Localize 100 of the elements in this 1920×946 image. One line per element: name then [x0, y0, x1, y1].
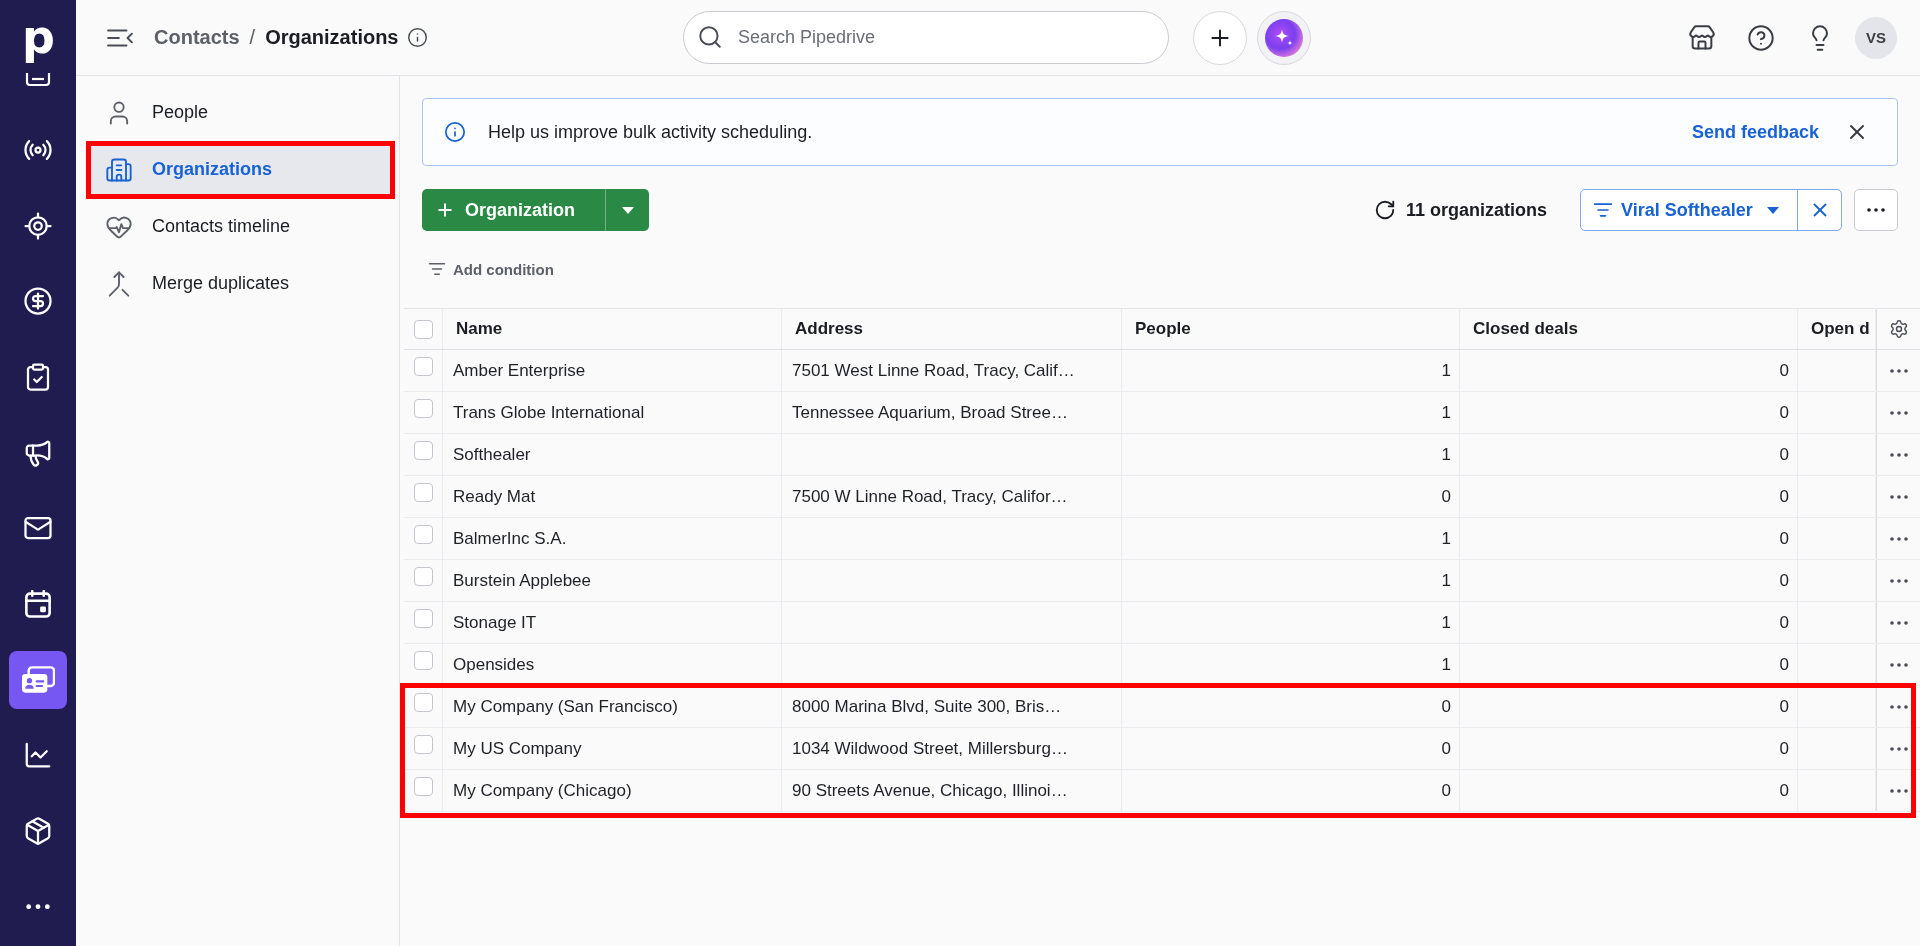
- filter-icon: [428, 260, 446, 278]
- more-icon[interactable]: [1889, 662, 1908, 667]
- table-cell-text: 0: [1441, 780, 1452, 801]
- table-cell-text: 7501 West Linne Road, Tracy, Calif…: [791, 360, 1075, 381]
- table-cell-text: My Company (Chicago): [452, 780, 632, 801]
- search-icon: [697, 24, 723, 50]
- breadcrumb-separator: /: [249, 26, 256, 49]
- more-icon[interactable]: [1889, 578, 1908, 583]
- info-icon: [444, 121, 466, 143]
- row-checkbox[interactable]: [413, 651, 433, 670]
- more-icon[interactable]: [1889, 788, 1908, 793]
- sparkle-icon: [1265, 18, 1303, 57]
- table-cell-text: Amber Enterprise: [452, 360, 586, 381]
- table-cell-text: 8000 Marina Blvd, Suite 300, Bris…: [791, 696, 1062, 717]
- tray-icon: [25, 73, 51, 87]
- record-count: 11 organizations: [1405, 199, 1547, 221]
- column-header[interactable]: Closed deals: [1460, 319, 1578, 339]
- row-checkbox[interactable]: [413, 441, 433, 460]
- table-cell-text: Ready Mat: [452, 486, 536, 507]
- table-cell-text: 0: [1779, 402, 1790, 423]
- table-cell-text: 0: [1779, 696, 1790, 717]
- table-cell-text: 1: [1441, 402, 1452, 423]
- sidebar-item[interactable]: Merge duplicates: [89, 258, 391, 309]
- column-header[interactable]: Open d: [1798, 319, 1870, 339]
- sidebar-item[interactable]: Contacts timeline: [89, 201, 391, 252]
- row-checkbox[interactable]: [413, 567, 433, 586]
- more-icon[interactable]: [1889, 410, 1908, 415]
- more-icon[interactable]: [1889, 536, 1908, 541]
- table-cell-text: 90 Streets Avenue, Chicago, Illinoi…: [791, 780, 1068, 801]
- row-checkbox[interactable]: [413, 735, 433, 754]
- refresh-icon[interactable]: [1373, 199, 1396, 221]
- table-cell-text: 1: [1441, 654, 1452, 675]
- more-icon[interactable]: [1889, 368, 1908, 373]
- more-icon[interactable]: [1889, 746, 1908, 751]
- table-cell-text: Softhealer: [452, 444, 531, 465]
- page-title: Organizations: [265, 26, 399, 49]
- plus-icon: [435, 200, 455, 220]
- add-options-button[interactable]: [605, 189, 649, 231]
- store-icon[interactable]: [1688, 23, 1716, 52]
- table-cell-text: 1: [1441, 528, 1452, 549]
- nav-item[interactable]: [9, 650, 67, 709]
- banner-message: Help us improve bulk activity scheduling.: [488, 121, 814, 143]
- row-checkbox[interactable]: [413, 777, 433, 796]
- column-header[interactable]: Name: [443, 319, 503, 339]
- contact-cards-icon: [21, 665, 55, 694]
- column-header[interactable]: Address: [782, 319, 864, 339]
- table-cell-text: 0: [1441, 486, 1452, 507]
- filter-icon: [1593, 200, 1613, 220]
- more-icon: [26, 904, 50, 910]
- row-checkbox[interactable]: [413, 399, 433, 418]
- table-cell-text: 0: [1779, 780, 1790, 801]
- sidebar-item[interactable]: People: [89, 87, 391, 138]
- row-checkbox[interactable]: [413, 357, 433, 376]
- box-icon: [23, 816, 53, 847]
- table-cell-text: 0: [1779, 654, 1790, 675]
- more-icon[interactable]: [1889, 620, 1908, 625]
- table-cell-text: 1: [1441, 360, 1452, 381]
- breadcrumb-link[interactable]: Contacts: [154, 26, 240, 49]
- user-avatar[interactable]: VS: [1855, 16, 1897, 59]
- table-cell-text: Stonage IT: [452, 612, 537, 633]
- dollar-icon: [23, 286, 53, 317]
- sidebar-item[interactable]: Organizations: [89, 144, 391, 195]
- row-checkbox[interactable]: [413, 525, 433, 544]
- send-feedback-link[interactable]: Send feedback: [1691, 121, 1819, 143]
- table-cell-text: Tennessee Aquarium, Broad Stree…: [791, 402, 1068, 423]
- table-cell-text: 0: [1779, 486, 1790, 507]
- add-button[interactable]: [1193, 10, 1247, 65]
- row-checkbox[interactable]: [413, 609, 433, 628]
- row-checkbox[interactable]: [413, 483, 433, 502]
- table-cell-text: 1: [1441, 612, 1452, 633]
- search-field[interactable]: Search Pipedrive: [683, 11, 1169, 64]
- calendar-icon: [24, 589, 52, 618]
- more-icon[interactable]: [1889, 704, 1908, 709]
- more-icon: [1867, 208, 1885, 212]
- table-cell-text: 0: [1779, 738, 1790, 759]
- table-cell-text: BalmerInc S.A.: [452, 528, 567, 549]
- table-cell-text: My US Company: [452, 738, 582, 759]
- table-cell-text: 1: [1441, 570, 1452, 591]
- table-cell-text: 1: [1441, 444, 1452, 465]
- add-condition-button[interactable]: Add condition: [422, 260, 554, 278]
- table-cell-text: 1034 Wildwood Street, Millersburg…: [791, 738, 1068, 759]
- settings-icon[interactable]: [1888, 319, 1909, 339]
- column-header[interactable]: People: [1122, 319, 1191, 339]
- table-cell-text: 0: [1779, 570, 1790, 591]
- info-icon[interactable]: [406, 27, 428, 48]
- ai-assistant-button[interactable]: [1257, 10, 1311, 65]
- caret-icon: [1766, 206, 1779, 214]
- help-icon[interactable]: [1747, 23, 1775, 52]
- table-cell-text: 0: [1441, 738, 1452, 759]
- table-cell-text: My Company (San Francisco): [452, 696, 678, 717]
- more-icon[interactable]: [1889, 452, 1908, 457]
- table-cell-text: 0: [1441, 696, 1452, 717]
- table-cell-text: Opensides: [452, 654, 535, 675]
- row-checkbox[interactable]: [413, 693, 433, 712]
- table-cell-text: 0: [1779, 360, 1790, 381]
- add-organization-button[interactable]: Organization: [422, 189, 605, 231]
- more-icon[interactable]: [1889, 494, 1908, 499]
- menu-collapse-icon[interactable]: [107, 28, 133, 47]
- select-all-checkbox[interactable]: [413, 319, 433, 339]
- caret-icon: [621, 206, 634, 214]
